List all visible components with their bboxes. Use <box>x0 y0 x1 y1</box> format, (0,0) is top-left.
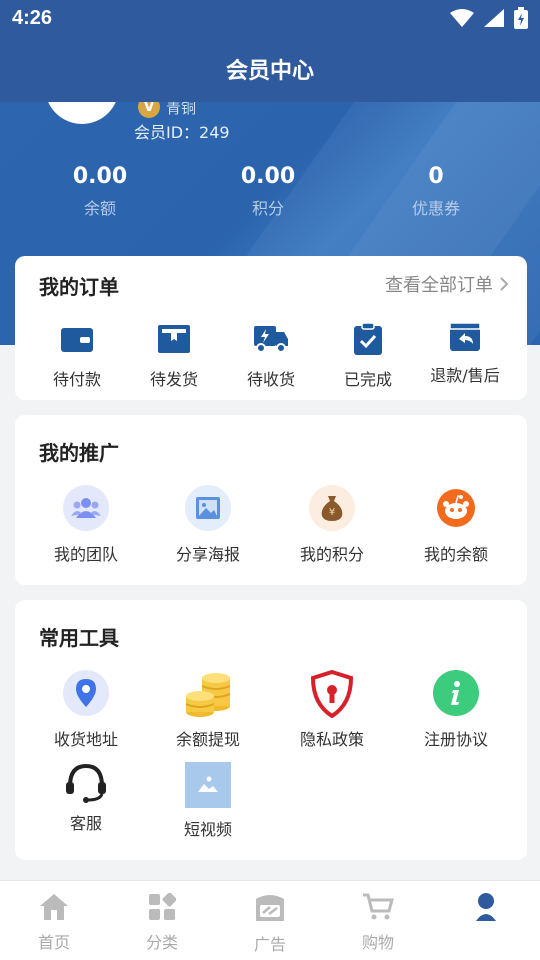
tool-privacy-policy[interactable]: 隐私政策 <box>287 670 377 750</box>
order-label: 待付款 <box>52 370 101 389</box>
level-badge-icon: V <box>138 102 160 118</box>
tab-cart[interactable]: 购物 <box>338 893 418 953</box>
tool-label: 隐私政策 <box>299 730 364 749</box>
stat-label: 优惠券 <box>411 199 460 218</box>
stat-balance[interactable]: 0.00 余额 <box>60 164 140 219</box>
coins-icon <box>185 673 231 717</box>
order-completed[interactable]: 已完成 <box>328 322 408 390</box>
promo-label: 我的团队 <box>53 545 118 564</box>
tool-label: 收货地址 <box>53 730 118 749</box>
tools-card: 常用工具 收货地址 余额提现 隐私政策 注册协议 客服 短视频 <box>15 600 527 860</box>
order-label: 待发货 <box>149 370 198 389</box>
svg-text:¥: ¥ <box>329 507 335 518</box>
promo-my-balance[interactable]: 我的余额 <box>411 485 501 565</box>
tab-label: 广告 <box>253 935 286 954</box>
order-pending-payment[interactable]: 待付款 <box>37 326 117 390</box>
stat-label: 余额 <box>83 199 116 218</box>
return-icon <box>449 322 481 351</box>
headset-icon <box>66 763 106 803</box>
order-label: 已完成 <box>343 370 392 389</box>
bottom-tab-bar: 首页 分类 广告 购物 <box>0 880 540 960</box>
promotion-title: 我的推广 <box>39 441 119 465</box>
tool-shipping-address[interactable]: 收货地址 <box>41 670 131 750</box>
image-icon <box>196 497 220 519</box>
top-nav-bar: 会员中心 <box>0 36 540 102</box>
home-icon <box>40 894 68 920</box>
avatar[interactable] <box>45 102 119 124</box>
location-icon <box>76 679 96 707</box>
order-label: 待收货 <box>246 370 295 389</box>
promo-label: 我的余额 <box>423 545 488 564</box>
promotion-card: 我的推广 我的团队 分享海报 ¥ 我的积分 我的余额 <box>15 415 527 585</box>
tool-short-video[interactable]: 短视频 <box>163 762 253 840</box>
tool-customer-service[interactable]: 客服 <box>41 762 131 834</box>
stat-coupons[interactable]: 0 优惠券 <box>396 164 476 219</box>
level-label: 青铜 <box>166 102 197 117</box>
order-refund[interactable]: 退款/售后 <box>425 322 505 386</box>
ad-icon <box>256 895 284 921</box>
tool-label: 客服 <box>69 814 102 833</box>
tab-ad[interactable]: 广告 <box>230 893 310 955</box>
team-icon <box>71 498 101 518</box>
wallet-icon <box>61 328 93 352</box>
promo-label: 我的积分 <box>299 545 364 564</box>
orders-card: 我的订单 查看全部订单 待付款 待发货 待收货 已完成 退款/售后 <box>15 256 527 400</box>
promo-label: 分享海报 <box>175 545 240 564</box>
wifi-icon <box>450 9 474 27</box>
stat-label: 积分 <box>251 199 284 218</box>
chevron-right-icon <box>500 277 509 291</box>
order-pending-receipt[interactable]: 待收货 <box>231 324 311 390</box>
tool-label: 余额提现 <box>175 730 240 749</box>
page-title: 会员中心 <box>225 59 314 84</box>
tool-label: 注册协议 <box>423 730 488 749</box>
view-all-orders-link[interactable]: 查看全部订单 <box>385 271 509 297</box>
signal-icon <box>484 9 504 27</box>
status-bar: 4:26 <box>0 0 540 36</box>
tab-label: 购物 <box>361 933 394 952</box>
status-time: 4:26 <box>12 6 53 29</box>
tab-profile[interactable] <box>446 893 526 929</box>
tool-withdraw[interactable]: 余额提现 <box>163 670 253 750</box>
member-level: V 青铜 <box>138 102 196 118</box>
tab-home[interactable]: 首页 <box>14 893 94 953</box>
stat-points[interactable]: 0.00 积分 <box>228 164 308 219</box>
stat-value: 0.00 <box>240 164 296 189</box>
category-icon <box>149 892 177 920</box>
tab-category[interactable]: 分类 <box>122 892 202 953</box>
tab-label: 分类 <box>145 933 178 952</box>
promo-share-poster[interactable]: 分享海报 <box>163 485 253 565</box>
promo-my-points[interactable]: ¥ 我的积分 <box>287 485 377 565</box>
image-placeholder-icon <box>185 762 231 808</box>
tab-label: 首页 <box>37 933 70 952</box>
stat-value: 0 <box>428 164 444 189</box>
system-icons <box>450 7 528 29</box>
shield-lock-icon <box>310 670 354 718</box>
order-label: 退款/售后 <box>430 366 500 385</box>
stat-value: 0.00 <box>72 164 128 189</box>
truck-icon <box>254 326 288 353</box>
view-all-label: 查看全部订单 <box>385 275 493 296</box>
info-icon <box>451 681 460 705</box>
tools-title: 常用工具 <box>39 626 119 650</box>
order-pending-shipment[interactable]: 待发货 <box>134 324 214 390</box>
battery-icon <box>514 7 528 29</box>
box-icon <box>158 325 190 353</box>
reddit-icon <box>437 489 475 527</box>
promo-my-team[interactable]: 我的团队 <box>41 485 131 565</box>
member-id: 会员ID：249 <box>134 123 230 142</box>
tool-label: 短视频 <box>183 820 232 839</box>
clipboard-check-icon <box>354 322 382 355</box>
profile-icon <box>476 893 496 921</box>
cart-icon <box>363 893 394 920</box>
tool-registration-agreement[interactable]: 注册协议 <box>411 670 501 750</box>
orders-title: 我的订单 <box>39 275 119 299</box>
money-bag-icon: ¥ <box>321 496 343 521</box>
